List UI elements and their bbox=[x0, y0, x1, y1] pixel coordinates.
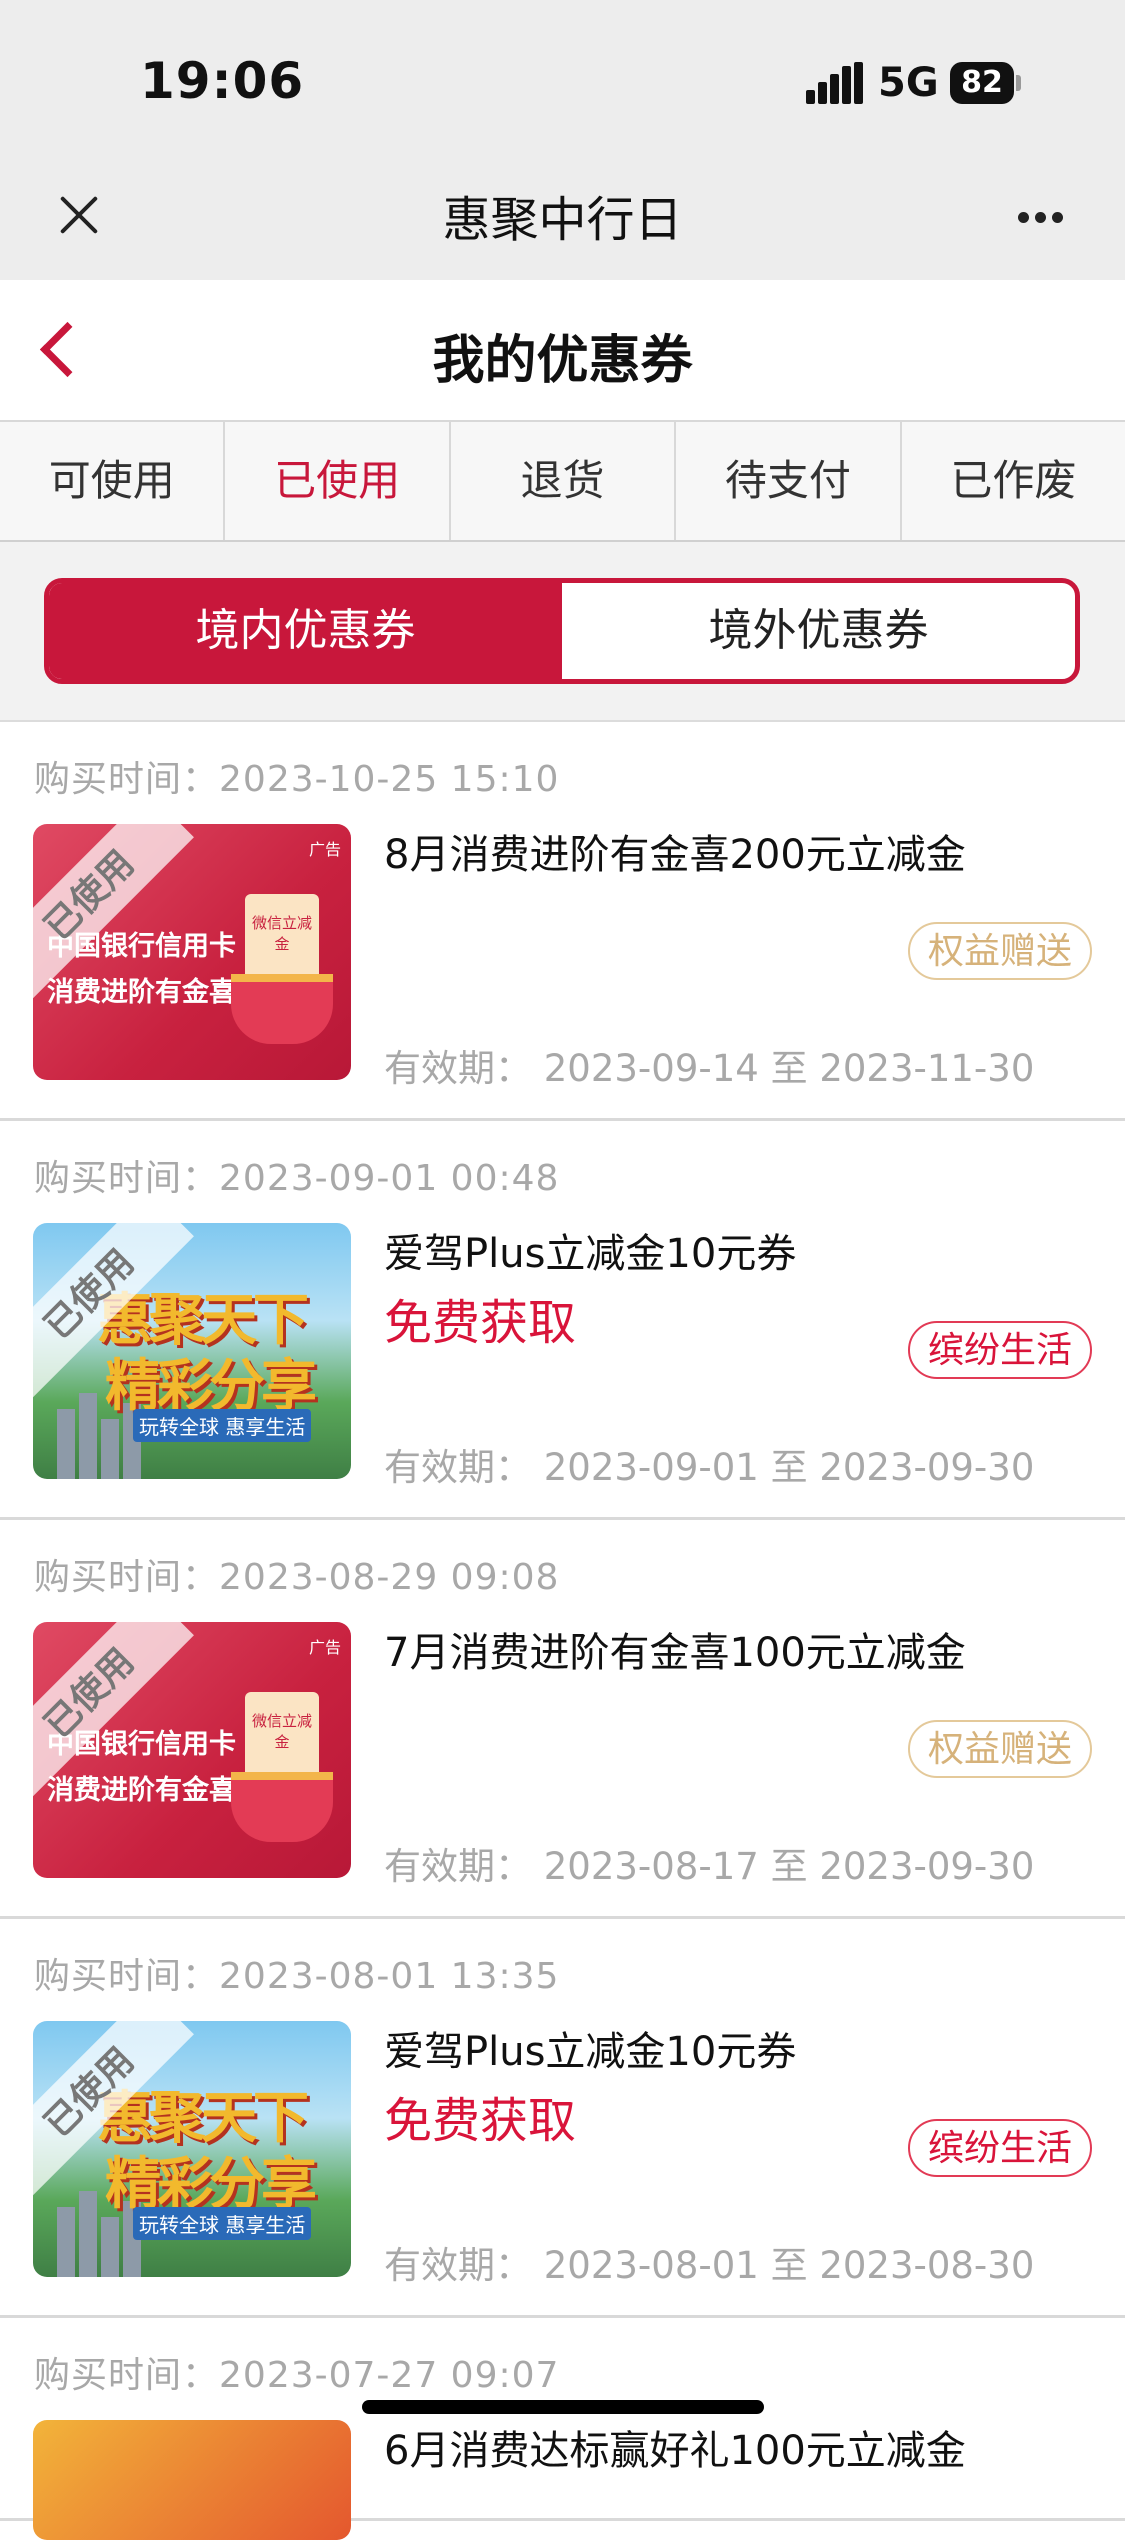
validity-period: 有效期： 2023-09-14 至 2023-11-30 bbox=[384, 1047, 1035, 1090]
coupon-name: 爱驾Plus立减金10元券 bbox=[384, 1231, 797, 1277]
region-segment-area: 境内优惠券 境外优惠券 bbox=[0, 542, 1125, 722]
purchase-time: 购买时间：2023-10-25 15:10 bbox=[34, 759, 560, 800]
gift-box-icon: 微信立减金 bbox=[231, 1692, 333, 1842]
tab-used[interactable]: 已使用 bbox=[225, 422, 451, 540]
segment-overseas[interactable]: 境外优惠券 bbox=[562, 583, 1075, 679]
more-options-icon[interactable] bbox=[1010, 198, 1070, 238]
coupon-image: 广告 中国银行信用卡 消费进阶有金喜 微信立减金 已使用 bbox=[33, 1622, 351, 1878]
coupon-image: 广告 中国银行信用卡 消费进阶有金喜 微信立减金 已使用 bbox=[33, 824, 351, 1080]
gift-box-icon: 微信立减金 bbox=[231, 894, 333, 1044]
home-indicator[interactable] bbox=[362, 2400, 764, 2414]
free-label: 免费获取 bbox=[384, 2093, 577, 2149]
coupon-image: 惠聚天下 精彩分享 玩转全球 惠享生活 已使用 bbox=[33, 1223, 351, 1479]
category-badge: 缤纷生活 bbox=[907, 2119, 1092, 2177]
category-badge: 权益赠送 bbox=[907, 922, 1092, 980]
coupon-item[interactable]: 购买时间：2023-08-01 13:35 惠聚天下 精彩分享 玩转全球 惠享生… bbox=[0, 1919, 1125, 2318]
network-type: 5G bbox=[878, 60, 939, 106]
coupon-item[interactable]: 购买时间：2023-10-25 15:10 广告 中国银行信用卡 消费进阶有金喜… bbox=[0, 722, 1125, 1121]
coupon-name: 7月消费进阶有金喜100元立减金 bbox=[384, 1630, 966, 1676]
coupon-item[interactable]: 购买时间：2023-07-27 09:07 6月消费达标赢好礼100元立减金 bbox=[0, 2318, 1125, 2540]
tab-voided[interactable]: 已作废 bbox=[902, 422, 1125, 540]
signal-icon bbox=[806, 62, 864, 104]
status-time: 19:06 bbox=[140, 52, 305, 110]
coupon-name: 8月消费进阶有金喜200元立减金 bbox=[384, 832, 966, 878]
validity-period: 有效期： 2023-08-17 至 2023-09-30 bbox=[384, 1845, 1035, 1888]
region-segment: 境内优惠券 境外优惠券 bbox=[44, 578, 1080, 684]
coupon-list: 购买时间：2023-10-25 15:10 广告 中国银行信用卡 消费进阶有金喜… bbox=[0, 722, 1125, 2540]
category-badge: 缤纷生活 bbox=[907, 1321, 1092, 1379]
page-title: 我的优惠券 bbox=[432, 331, 693, 391]
coupon-name: 爱驾Plus立减金10元券 bbox=[384, 2029, 797, 2075]
tab-available[interactable]: 可使用 bbox=[0, 422, 226, 540]
validity-period: 有效期： 2023-08-01 至 2023-08-30 bbox=[384, 2244, 1035, 2287]
free-label: 免费获取 bbox=[384, 1295, 577, 1351]
purchase-time: 购买时间：2023-08-29 09:08 bbox=[34, 1557, 560, 1598]
battery-level: 82 bbox=[950, 62, 1014, 104]
purchase-time: 购买时间：2023-08-01 13:35 bbox=[34, 1956, 560, 1997]
category-badge: 权益赠送 bbox=[907, 1720, 1092, 1778]
battery-icon: 82 bbox=[950, 62, 1022, 104]
validity-period: 有效期： 2023-09-01 至 2023-09-30 bbox=[384, 1446, 1035, 1489]
coupon-image: 惠聚天下 精彩分享 玩转全球 惠享生活 已使用 bbox=[33, 2021, 351, 2277]
segment-domestic[interactable]: 境内优惠券 bbox=[49, 583, 562, 679]
window-title: 惠聚中行日 bbox=[442, 192, 683, 248]
status-tabs: 可使用 已使用 退货 待支付 已作废 bbox=[0, 420, 1125, 544]
tab-pending-payment[interactable]: 待支付 bbox=[676, 422, 902, 540]
coupon-item[interactable]: 购买时间：2023-09-01 00:48 惠聚天下 精彩分享 玩转全球 惠享生… bbox=[0, 1121, 1125, 1520]
coupon-item[interactable]: 购买时间：2023-08-29 09:08 广告 中国银行信用卡 消费进阶有金喜… bbox=[0, 1520, 1125, 1919]
coupon-image bbox=[33, 2420, 351, 2540]
coupon-name: 6月消费达标赢好礼100元立减金 bbox=[384, 2428, 966, 2474]
page-header: 我的优惠券 bbox=[0, 280, 1125, 420]
purchase-time: 购买时间：2023-09-01 00:48 bbox=[34, 1158, 560, 1199]
tab-returned[interactable]: 退货 bbox=[451, 422, 677, 540]
purchase-time: 购买时间：2023-07-27 09:07 bbox=[34, 2355, 560, 2396]
